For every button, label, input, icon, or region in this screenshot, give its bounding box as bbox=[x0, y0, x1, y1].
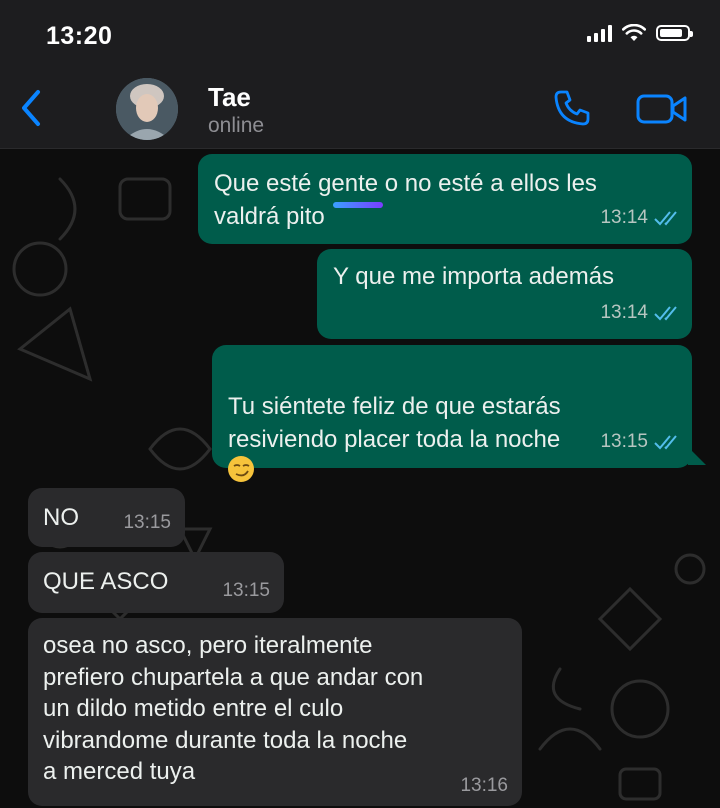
message-text: NO bbox=[43, 504, 79, 531]
message-bubble-incoming[interactable]: QUE ASCO 13:15 bbox=[28, 552, 284, 613]
read-receipt-icon bbox=[654, 210, 677, 225]
contact-avatar[interactable] bbox=[116, 78, 178, 140]
message-meta: 13:15 bbox=[222, 574, 270, 607]
contact-status: online bbox=[208, 114, 265, 137]
battery-icon bbox=[656, 25, 693, 41]
message-time: 13:15 bbox=[123, 512, 171, 533]
chat-header: 13:20 Tae online bbox=[0, 0, 720, 149]
video-call-button[interactable] bbox=[636, 92, 688, 126]
message-bubble-outgoing[interactable]: Que esté gente o no esté a ellos les val… bbox=[198, 154, 692, 244]
read-receipt-icon bbox=[654, 305, 677, 320]
wifi-icon bbox=[622, 24, 646, 41]
message-text: QUE ASCO bbox=[43, 568, 169, 595]
phone-call-button[interactable] bbox=[552, 88, 592, 128]
contact-name[interactable]: Tae bbox=[208, 82, 251, 113]
message-bubble-outgoing[interactable]: Y que me importa además 13:14 bbox=[317, 249, 692, 339]
signal-icon bbox=[587, 24, 612, 42]
smirking-face-icon bbox=[228, 456, 254, 482]
message-time: 13:14 bbox=[600, 302, 648, 323]
scribble-mark bbox=[333, 202, 383, 208]
message-meta: 13:14 bbox=[600, 201, 682, 234]
message-text: Y que me importa además bbox=[333, 263, 615, 290]
message-meta: 13:15 bbox=[600, 425, 682, 458]
message-meta: 13:16 bbox=[460, 769, 508, 802]
message-meta: 13:15 bbox=[123, 506, 171, 539]
read-receipt-icon bbox=[654, 434, 677, 449]
message-text-body: Tu siéntete feliz de que estarás resivie… bbox=[228, 393, 561, 453]
chat-area[interactable]: Que esté gente o no esté a ellos les val… bbox=[0, 149, 720, 808]
message-meta: 13:14 bbox=[600, 296, 682, 329]
battery-level bbox=[660, 29, 682, 37]
message-bubble-incoming[interactable]: NO 13:15 bbox=[28, 488, 185, 547]
message-time: 13:15 bbox=[600, 431, 648, 452]
message-text: osea no asco, pero iteralmente prefiero … bbox=[43, 632, 424, 785]
message-time: 13:15 bbox=[222, 580, 270, 601]
status-time: 13:20 bbox=[46, 22, 113, 50]
message-bubble-outgoing[interactable]: Tu siéntete feliz de que estarás resivie… bbox=[212, 345, 692, 482]
message-bubble-incoming[interactable]: osea no asco, pero iteralmente prefiero … bbox=[28, 618, 522, 806]
back-button[interactable] bbox=[14, 86, 50, 130]
status-icons bbox=[587, 24, 693, 42]
message-time: 13:16 bbox=[460, 775, 508, 796]
message-time: 13:14 bbox=[600, 207, 648, 228]
